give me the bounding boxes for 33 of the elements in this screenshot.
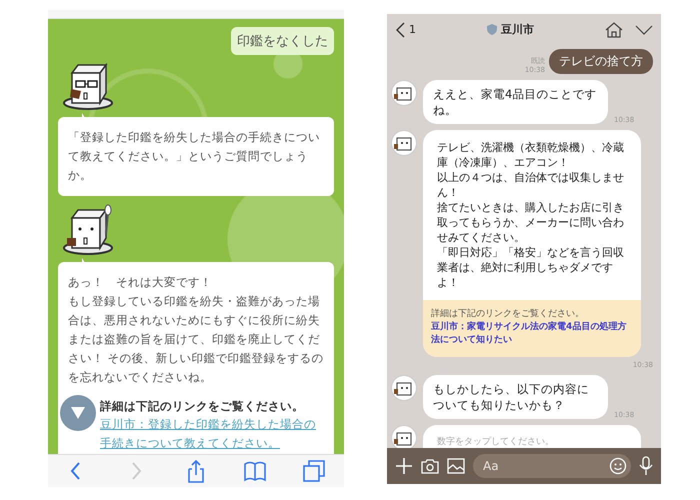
- triangle-down-icon: [71, 407, 85, 419]
- back-icon[interactable]: [395, 22, 405, 38]
- shield-icon: [487, 24, 497, 35]
- message-paragraph: もし登録している印鑑を紛失・盗難があった場合は、悪用されないためにもすぐに役所に紛失または盗難の旨を届けて、印鑑を廃止してください！ その後、新しい印鑑で印鑑登録をするのを忘れないでくださいね。: [68, 293, 325, 386]
- detail-link[interactable]: 豆川市：家電リサイクル法の家電4品目の処理方法について知りたい: [431, 321, 633, 347]
- message-paragraph: テレビ、洗濯機（衣類乾燥機）、冷蔵庫（冷凍庫）、エアコン！: [437, 140, 625, 170]
- home-icon[interactable]: [605, 22, 623, 38]
- detail-heading: 詳細は下記のリンクをご覧ください。: [431, 308, 585, 321]
- message-paragraph: あっ！ それは大変です！: [68, 274, 213, 291]
- message-paragraph: 以上の４つは、自治体では収集しません！: [437, 170, 625, 200]
- image-icon[interactable]: [447, 458, 465, 474]
- message-field[interactable]: Aa: [473, 454, 631, 478]
- message-paragraph: 「即日対応」「格安」などを言う回収業者は、絶対に利用しちゃダメですよ！: [437, 245, 625, 290]
- message-paragraph: 「登録した印鑑を紛失した場合の手続きについて教えてください。」というご質問でしょうか。: [68, 129, 321, 184]
- avatar-icon[interactable]: [391, 375, 417, 401]
- camera-icon[interactable]: [421, 458, 439, 474]
- chevron-down-icon[interactable]: [635, 24, 653, 34]
- bot-message: もしかしたら、以下の内容についても知りたいかも？: [423, 375, 608, 419]
- avatar-icon[interactable]: [391, 130, 417, 156]
- message-paragraph: 捨てたいときは、購入したお店に引き取ってもらうか、メーカーに問い合わせみてください。: [437, 200, 625, 245]
- book-icon[interactable]: [243, 459, 268, 483]
- plus-icon[interactable]: [395, 457, 413, 475]
- tabs-icon[interactable]: [302, 459, 326, 483]
- detail-heading: 詳細は下記のリンクをご覧ください。: [100, 398, 305, 415]
- chat-title: 豆川市: [501, 22, 534, 37]
- hint-text: 数字をタップしてください。: [437, 435, 555, 448]
- unread-count: 1: [409, 23, 416, 36]
- microphone-icon[interactable]: [639, 456, 653, 476]
- smiley-icon[interactable]: [609, 457, 627, 475]
- user-message: テレビの捨て方: [549, 49, 653, 74]
- avatar-icon[interactable]: [391, 80, 417, 106]
- bot-message: ええと、家電4品目のことですね。: [423, 80, 608, 124]
- user-message: 印鑑をなくした: [231, 27, 334, 55]
